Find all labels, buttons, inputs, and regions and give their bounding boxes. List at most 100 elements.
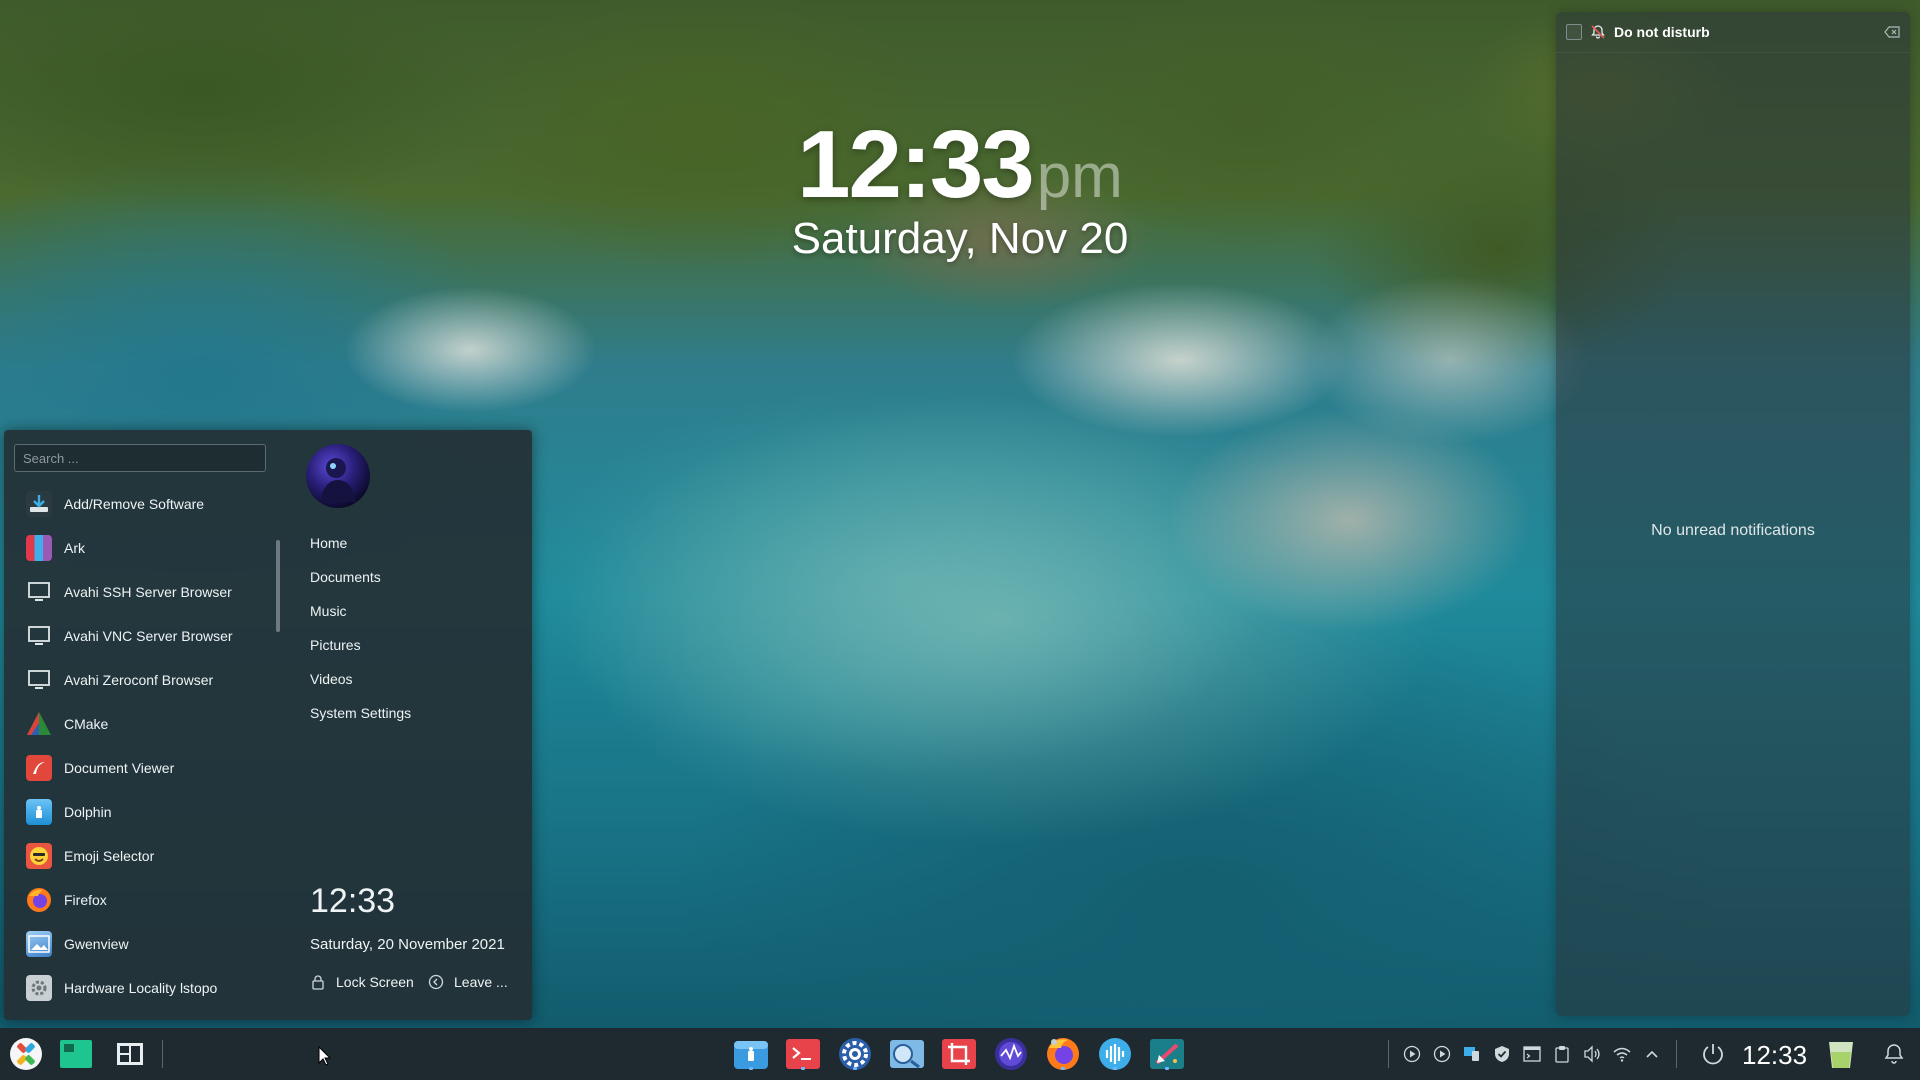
list-item[interactable]: CMake — [14, 702, 270, 746]
tray-separator — [1676, 1040, 1677, 1068]
app-list-scrollbar[interactable] — [276, 540, 280, 632]
no-notifications-message: No unread notifications — [1651, 522, 1815, 539]
gwenview-icon — [26, 931, 52, 957]
volume-icon[interactable] — [1582, 1044, 1602, 1064]
place-item-pictures[interactable]: Pictures — [310, 628, 411, 662]
notification-header: Do not disturb — [1556, 12, 1910, 53]
windows-overview-icon — [117, 1043, 143, 1065]
leave-label: Leave ... — [454, 974, 508, 990]
desktop-clock-widget: 12:33pm Saturday, Nov 20 — [780, 110, 1140, 264]
place-item-system-settings[interactable]: System Settings — [310, 696, 411, 730]
app-label: Gwenview — [64, 936, 129, 952]
firefox-icon — [26, 887, 52, 913]
app-label: Add/Remove Software — [64, 496, 205, 512]
monitor-icon — [26, 667, 52, 693]
list-item[interactable]: Avahi VNC Server Browser — [14, 614, 270, 658]
dolphin-icon — [734, 1041, 768, 1069]
running-indicator — [1113, 1067, 1117, 1070]
document-viewer-icon — [26, 755, 52, 781]
trash-icon[interactable] — [1826, 1038, 1856, 1070]
list-item[interactable]: Firefox — [14, 878, 270, 922]
monitor-icon — [26, 623, 52, 649]
taskbar-konsole[interactable] — [785, 1036, 821, 1072]
code-editor-icon — [1150, 1039, 1184, 1069]
kde-connect-icon[interactable] — [1462, 1044, 1482, 1064]
leave-button[interactable]: Leave ... — [428, 974, 508, 990]
launcher-clock-date: Saturday, 20 November 2021 — [310, 936, 505, 953]
place-item-documents[interactable]: Documents — [310, 560, 411, 594]
app-list: Add/Remove Software Ark Avahi SSH Server… — [14, 482, 270, 1010]
taskbar-system-monitor[interactable] — [993, 1036, 1029, 1072]
list-item[interactable]: Dolphin — [14, 790, 270, 834]
show-windows-button[interactable] — [112, 1036, 148, 1072]
lock-screen-label: Lock Screen — [336, 974, 414, 990]
cmake-icon — [26, 711, 52, 737]
lock-screen-button[interactable]: Lock Screen — [310, 974, 414, 990]
do-not-disturb-checkbox[interactable] — [1566, 24, 1582, 40]
emoji-icon — [26, 843, 52, 869]
list-item[interactable]: Gwenview — [14, 922, 270, 966]
monitor-icon — [26, 579, 52, 605]
taskbar-system-settings[interactable] — [837, 1036, 873, 1072]
app-label: Document Viewer — [64, 760, 175, 776]
app-label: Avahi SSH Server Browser — [64, 584, 232, 600]
media-play-icon[interactable] — [1402, 1044, 1422, 1064]
search-input[interactable] — [14, 444, 266, 472]
place-item-videos[interactable]: Videos — [310, 662, 411, 696]
avatar[interactable] — [306, 444, 370, 508]
notifications-bell-icon[interactable] — [1882, 1042, 1906, 1066]
system-monitor-icon — [995, 1038, 1027, 1070]
desktop-clock-date: Saturday, Nov 20 — [791, 214, 1129, 263]
pager-button[interactable] — [58, 1036, 94, 1072]
media-player-icon[interactable] — [1432, 1044, 1452, 1064]
desktop-clock-ampm: pm — [1036, 142, 1123, 211]
list-item[interactable]: Add/Remove Software — [14, 482, 270, 526]
tray-separator — [1388, 1040, 1389, 1068]
app-label: Avahi Zeroconf Browser — [64, 672, 214, 688]
list-item[interactable]: Document Viewer — [14, 746, 270, 790]
list-item[interactable]: Emoji Selector — [14, 834, 270, 878]
desktop-clock-time: 12:33 — [797, 111, 1035, 218]
dolphin-icon — [26, 799, 52, 825]
shield-icon[interactable] — [1492, 1044, 1512, 1064]
application-launcher: Add/Remove Software Ark Avahi SSH Server… — [4, 430, 532, 1020]
running-indicator — [1165, 1067, 1169, 1070]
places-list: Home Documents Music Pictures Videos Sys… — [310, 526, 411, 730]
power-icon[interactable] — [1700, 1041, 1726, 1067]
mouse-cursor — [318, 1046, 332, 1066]
running-indicator — [1061, 1067, 1065, 1070]
taskbar-firefox[interactable] — [1045, 1036, 1081, 1072]
screenshot-crop-icon — [942, 1039, 976, 1069]
list-item[interactable]: Hardware Locality lstopo — [14, 966, 270, 1010]
chevron-up-icon[interactable] — [1642, 1044, 1662, 1064]
do-not-disturb-label: Do not disturb — [1614, 24, 1710, 40]
bell-off-icon — [1591, 25, 1605, 39]
taskbar-audio-app[interactable] — [1097, 1036, 1133, 1072]
launcher-logo-icon — [10, 1038, 42, 1070]
taskbar-kate[interactable] — [1149, 1036, 1185, 1072]
app-label: Avahi VNC Server Browser — [64, 628, 233, 644]
app-label: Dolphin — [64, 804, 112, 820]
list-item[interactable]: Ark — [14, 526, 270, 570]
clear-history-icon[interactable] — [1884, 26, 1900, 38]
download-icon — [26, 491, 52, 517]
gear-icon — [26, 975, 52, 1001]
app-label: CMake — [64, 716, 109, 732]
wifi-icon[interactable] — [1612, 1044, 1632, 1064]
taskbar-gwenview[interactable] — [889, 1036, 925, 1072]
taskbar-dolphin[interactable] — [733, 1036, 769, 1072]
app-label: Hardware Locality lstopo — [64, 980, 218, 996]
place-item-home[interactable]: Home — [310, 526, 411, 560]
app-label: Firefox — [64, 892, 107, 908]
list-item[interactable]: Avahi SSH Server Browser — [14, 570, 270, 614]
application-launcher-button[interactable] — [8, 1036, 44, 1072]
lock-icon — [312, 975, 324, 990]
list-item[interactable]: Avahi Zeroconf Browser — [14, 658, 270, 702]
taskbar-spectacle[interactable] — [941, 1036, 977, 1072]
notification-panel: Do not disturb No unread notifications — [1556, 12, 1910, 1016]
terminal-tray-icon[interactable] — [1522, 1044, 1542, 1064]
running-indicator — [801, 1067, 805, 1070]
place-item-music[interactable]: Music — [310, 594, 411, 628]
clipboard-icon[interactable] — [1552, 1044, 1572, 1064]
taskbar-clock[interactable]: 12:33 — [1742, 1040, 1807, 1071]
